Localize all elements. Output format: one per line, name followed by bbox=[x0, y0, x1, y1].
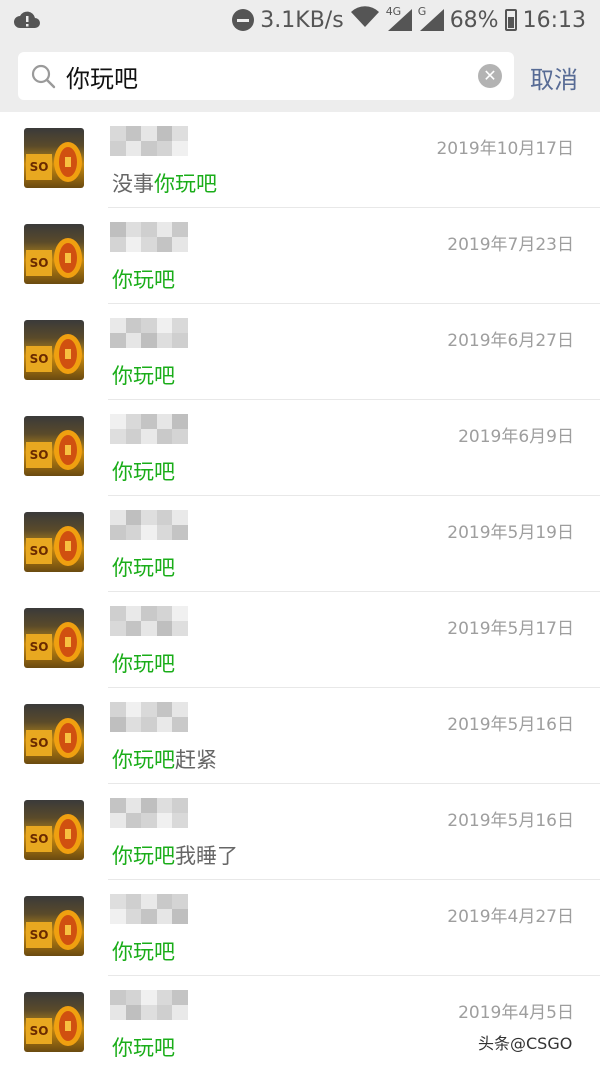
result-item[interactable]: SO 2019年4月27日你玩吧 bbox=[0, 880, 600, 976]
cloud-alert-icon bbox=[14, 8, 40, 32]
contact-name-mosaic bbox=[110, 510, 188, 540]
message-date: 2019年4月5日 bbox=[458, 1003, 574, 1023]
search-box[interactable]: ✕ bbox=[18, 52, 514, 100]
contact-name-mosaic bbox=[110, 414, 188, 444]
message-snippet: 你玩吧 bbox=[112, 360, 175, 390]
highlighted-match: 你玩吧 bbox=[112, 268, 175, 292]
message-snippet: 你玩吧赶紧 bbox=[112, 744, 217, 774]
search-results-list: SO 2019年10月17日 没事你玩吧 SO 2019年7月23日 你玩吧 SO 2019年… bbox=[0, 112, 600, 1066]
result-item[interactable]: SO 2019年5月16日你玩吧我睡了 bbox=[0, 784, 600, 880]
avatar: SO bbox=[24, 800, 84, 860]
wifi-icon bbox=[350, 6, 380, 34]
avatar: SO bbox=[24, 512, 84, 572]
avatar: SO bbox=[24, 704, 84, 764]
highlighted-match: 你玩吧 bbox=[112, 748, 175, 772]
result-item[interactable]: SO 2019年5月19日你玩吧 bbox=[0, 496, 600, 592]
message-date: 2019年4月27日 bbox=[447, 907, 574, 927]
message-date: 2019年5月16日 bbox=[447, 715, 574, 735]
message-snippet: 你玩吧 bbox=[112, 1032, 175, 1062]
search-icon bbox=[30, 63, 56, 89]
avatar: SO bbox=[24, 320, 84, 380]
message-date: 2019年10月17日 bbox=[436, 139, 574, 159]
snippet-suffix: 我睡了 bbox=[175, 844, 238, 868]
contact-name-mosaic bbox=[110, 126, 188, 156]
message-date: 2019年6月9日 bbox=[458, 427, 574, 447]
result-item[interactable]: SO 2019年5月16日你玩吧赶紧 bbox=[0, 688, 600, 784]
message-date: 2019年5月19日 bbox=[447, 523, 574, 543]
status-bar: 3.1KB/s 4G G 68% 16:13 bbox=[0, 0, 600, 40]
highlighted-match: 你玩吧 bbox=[112, 844, 175, 868]
contact-name-mosaic bbox=[110, 222, 188, 252]
net-speed: 3.1KB/s bbox=[260, 7, 344, 33]
do-not-disturb-icon bbox=[232, 9, 255, 31]
result-item[interactable]: SO 2019年6月27日你玩吧 bbox=[0, 304, 600, 400]
avatar: SO bbox=[24, 992, 84, 1052]
contact-name-mosaic bbox=[110, 318, 188, 348]
message-snippet: 你玩吧 bbox=[112, 936, 175, 966]
result-item[interactable]: SO 2019年6月9日你玩吧 bbox=[0, 400, 600, 496]
message-date: 2019年5月17日 bbox=[447, 619, 574, 639]
search-bar: ✕ 取消 bbox=[0, 40, 600, 112]
highlighted-match: 你玩吧 bbox=[112, 652, 175, 676]
contact-name-mosaic bbox=[110, 894, 188, 924]
result-item[interactable]: SO 2019年7月23日你玩吧 bbox=[0, 208, 600, 304]
highlighted-match: 你玩吧 bbox=[112, 1036, 175, 1060]
clock: 16:13 bbox=[522, 7, 586, 33]
avatar: SO bbox=[24, 608, 84, 668]
highlighted-match: 你玩吧 bbox=[112, 940, 175, 964]
highlighted-match: 你玩吧 bbox=[112, 556, 175, 580]
avatar: SO bbox=[24, 416, 84, 476]
search-input[interactable] bbox=[66, 52, 466, 100]
battery-icon bbox=[504, 9, 517, 31]
highlighted-match: 你玩吧 bbox=[112, 364, 175, 388]
message-snippet: 没事你玩吧 bbox=[112, 168, 217, 198]
message-snippet: 你玩吧我睡了 bbox=[112, 840, 238, 870]
message-snippet: 你玩吧 bbox=[112, 648, 175, 678]
avatar: SO bbox=[24, 224, 84, 284]
highlighted-match: 你玩吧 bbox=[112, 460, 175, 484]
battery-level: 68% bbox=[449, 7, 499, 33]
message-date: 2019年6月27日 bbox=[447, 331, 574, 351]
message-snippet: 你玩吧 bbox=[112, 552, 175, 582]
contact-name-mosaic bbox=[110, 702, 188, 732]
avatar: SO bbox=[24, 896, 84, 956]
watermark: 头条@CSGO bbox=[478, 1034, 573, 1053]
message-snippet: 你玩吧 bbox=[112, 456, 175, 486]
signal-g-icon: G bbox=[418, 5, 444, 31]
signal-4g-icon: 4G bbox=[386, 5, 412, 31]
snippet-suffix: 赶紧 bbox=[175, 748, 217, 772]
result-item[interactable]: SO 2019年10月17日没事你玩吧 bbox=[0, 112, 600, 208]
contact-name-mosaic bbox=[110, 798, 188, 828]
cancel-button[interactable]: 取消 bbox=[530, 60, 578, 95]
message-snippet: 你玩吧 bbox=[112, 264, 175, 294]
clear-icon[interactable]: ✕ bbox=[478, 64, 502, 88]
message-date: 2019年5月16日 bbox=[447, 811, 574, 831]
contact-name-mosaic bbox=[110, 606, 188, 636]
contact-name-mosaic bbox=[110, 990, 188, 1020]
snippet-prefix: 没事 bbox=[112, 172, 154, 196]
avatar: SO bbox=[24, 128, 84, 188]
message-date: 2019年7月23日 bbox=[447, 235, 574, 255]
highlighted-match: 你玩吧 bbox=[154, 172, 217, 196]
result-item[interactable]: SO 2019年5月17日你玩吧 bbox=[0, 592, 600, 688]
